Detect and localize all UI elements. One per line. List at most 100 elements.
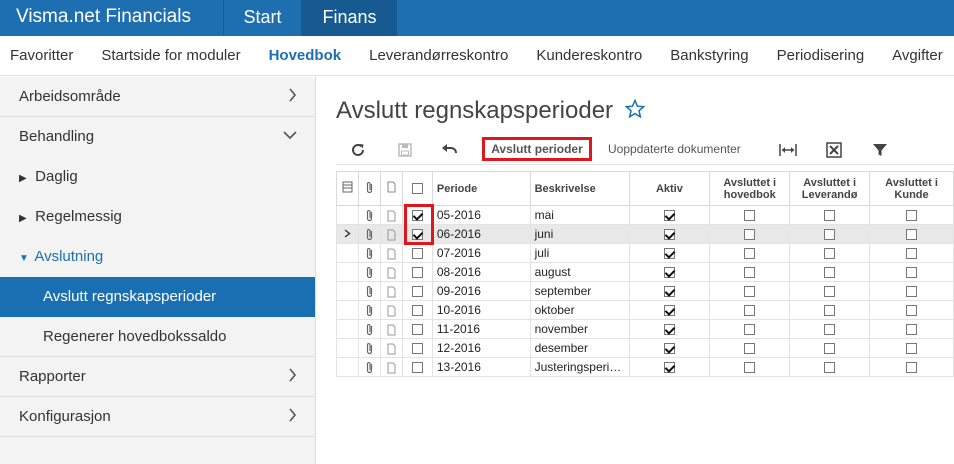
row-select-checkbox[interactable] xyxy=(401,262,433,282)
select-all-checkbox[interactable] xyxy=(401,171,433,206)
cell-avsluttet-kunde-checkbox[interactable] xyxy=(869,338,954,358)
uoppdaterte-dokumenter-button[interactable]: Uoppdaterte dokumenter xyxy=(608,137,768,161)
cell-aktiv-checkbox[interactable] xyxy=(628,262,711,282)
cell-periode[interactable]: 06-2016 xyxy=(431,224,531,244)
sidebar-item-arbeidsomrade[interactable]: Arbeidsområde xyxy=(0,77,315,117)
cell-aktiv-checkbox[interactable] xyxy=(628,205,711,225)
sidebar-item-regelmessig[interactable]: ▶ Regelmessig xyxy=(0,197,315,237)
cell-beskrivelse[interactable]: mai xyxy=(529,205,630,225)
fit-columns-icon[interactable] xyxy=(776,139,800,161)
cell-avsluttet-kunde-checkbox[interactable] xyxy=(869,243,954,263)
sidebar-item-konfigurasjon[interactable]: Konfigurasjon xyxy=(0,397,315,437)
cell-periode[interactable]: 13-2016 xyxy=(431,357,531,377)
avslutt-perioder-button[interactable]: Avslutt perioder xyxy=(482,137,592,161)
document-icon[interactable] xyxy=(379,224,403,244)
cell-avsluttet-leverandor-checkbox[interactable] xyxy=(789,338,871,358)
attachment-icon[interactable] xyxy=(357,357,381,377)
cell-avsluttet-kunde-checkbox[interactable] xyxy=(869,300,954,320)
cell-periode[interactable]: 05-2016 xyxy=(431,205,531,225)
row-select-checkbox[interactable] xyxy=(401,281,433,301)
document-icon[interactable] xyxy=(379,357,403,377)
row-select-checkbox[interactable] xyxy=(401,357,433,377)
save-icon[interactable] xyxy=(393,139,417,161)
star-icon[interactable] xyxy=(624,98,646,124)
cell-avsluttet-kunde-checkbox[interactable] xyxy=(869,281,954,301)
tab-start[interactable]: Start xyxy=(223,0,301,36)
cell-periode[interactable]: 12-2016 xyxy=(431,338,531,358)
col-header-avsluttet-kunde[interactable]: Avsluttet i Kunde xyxy=(869,171,954,206)
sidebar-item-avslutning[interactable]: ▼ Avslutning xyxy=(0,237,315,277)
col-header-avsluttet-hovedbok[interactable]: Avsluttet i hovedbok xyxy=(709,171,791,206)
cell-avsluttet-leverandor-checkbox[interactable] xyxy=(789,319,871,339)
attachment-icon[interactable] xyxy=(357,205,381,225)
row-select-checkbox[interactable] xyxy=(401,243,433,263)
attachment-icon[interactable] xyxy=(357,338,381,358)
attachment-icon[interactable] xyxy=(357,319,381,339)
cell-beskrivelse[interactable]: november xyxy=(529,319,630,339)
row-selector-icon[interactable] xyxy=(336,171,359,206)
cell-periode[interactable]: 07-2016 xyxy=(431,243,531,263)
cell-avsluttet-hovedbok-checkbox[interactable] xyxy=(709,300,791,320)
attachment-icon[interactable] xyxy=(357,300,381,320)
refresh-icon[interactable] xyxy=(346,139,370,161)
cell-periode[interactable]: 10-2016 xyxy=(431,300,531,320)
cell-aktiv-checkbox[interactable] xyxy=(628,243,711,263)
col-header-beskrivelse[interactable]: Beskrivelse xyxy=(529,171,630,206)
cell-avsluttet-hovedbok-checkbox[interactable] xyxy=(709,224,791,244)
cell-periode[interactable]: 11-2016 xyxy=(431,319,531,339)
row-select-checkbox[interactable] xyxy=(401,338,433,358)
nav-hovedbok[interactable]: Hovedbok xyxy=(255,36,356,75)
cell-beskrivelse[interactable]: juli xyxy=(529,243,630,263)
document-icon[interactable] xyxy=(379,338,403,358)
document-icon[interactable] xyxy=(379,300,403,320)
cell-avsluttet-leverandor-checkbox[interactable] xyxy=(789,243,871,263)
sidebar-item-rapporter[interactable]: Rapporter xyxy=(0,357,315,397)
table-row[interactable]: 12-2016 desember xyxy=(336,338,954,358)
cell-avsluttet-leverandor-checkbox[interactable] xyxy=(789,281,871,301)
sidebar-item-behandling[interactable]: Behandling xyxy=(0,117,315,157)
excel-export-icon[interactable] xyxy=(822,139,846,161)
cell-avsluttet-kunde-checkbox[interactable] xyxy=(869,262,954,282)
attachment-icon[interactable] xyxy=(357,281,381,301)
table-row[interactable]: 08-2016 august xyxy=(336,262,954,282)
cell-beskrivelse[interactable]: desember xyxy=(529,338,630,358)
cell-avsluttet-hovedbok-checkbox[interactable] xyxy=(709,357,791,377)
document-icon[interactable] xyxy=(379,262,403,282)
cell-avsluttet-hovedbok-checkbox[interactable] xyxy=(709,338,791,358)
cell-avsluttet-leverandor-checkbox[interactable] xyxy=(789,262,871,282)
cell-avsluttet-leverandor-checkbox[interactable] xyxy=(789,357,871,377)
cell-beskrivelse[interactable]: Justeringsperi… xyxy=(529,357,630,377)
col-header-avsluttet-leverandor[interactable]: Avsluttet i Leverandø xyxy=(789,171,871,206)
cell-periode[interactable]: 09-2016 xyxy=(431,281,531,301)
cell-beskrivelse[interactable]: juni xyxy=(529,224,630,244)
attachment-icon[interactable] xyxy=(357,224,381,244)
document-icon[interactable] xyxy=(379,243,403,263)
undo-icon[interactable] xyxy=(438,139,462,161)
sidebar-item-avslutt-regnskapsperioder[interactable]: Avslutt regnskapsperioder xyxy=(0,277,315,317)
cell-avsluttet-leverandor-checkbox[interactable] xyxy=(789,205,871,225)
cell-aktiv-checkbox[interactable] xyxy=(628,319,711,339)
row-select-checkbox[interactable] xyxy=(401,300,433,320)
document-icon[interactable] xyxy=(379,205,403,225)
document-icon[interactable] xyxy=(379,281,403,301)
cell-beskrivelse[interactable]: august xyxy=(529,262,630,282)
cell-avsluttet-kunde-checkbox[interactable] xyxy=(869,205,954,225)
cell-aktiv-checkbox[interactable] xyxy=(628,224,711,244)
cell-avsluttet-hovedbok-checkbox[interactable] xyxy=(709,243,791,263)
cell-aktiv-checkbox[interactable] xyxy=(628,300,711,320)
tab-finans[interactable]: Finans xyxy=(301,0,397,36)
nav-favoritter[interactable]: Favoritter xyxy=(0,36,87,75)
nav-periodisering[interactable]: Periodisering xyxy=(763,36,879,75)
col-header-periode[interactable]: Periode xyxy=(431,171,531,206)
cell-beskrivelse[interactable]: oktober xyxy=(529,300,630,320)
cell-beskrivelse[interactable]: september xyxy=(529,281,630,301)
app-title[interactable]: Visma.net Financials xyxy=(0,0,223,36)
cell-avsluttet-leverandor-checkbox[interactable] xyxy=(789,300,871,320)
nav-startside[interactable]: Startside for moduler xyxy=(87,36,254,75)
sidebar-item-daglig[interactable]: ▶ Daglig xyxy=(0,157,315,197)
table-row[interactable]: 10-2016 oktober xyxy=(336,300,954,320)
cell-periode[interactable]: 08-2016 xyxy=(431,262,531,282)
cell-avsluttet-leverandor-checkbox[interactable] xyxy=(789,224,871,244)
nav-kundereskontro[interactable]: Kundereskontro xyxy=(522,36,656,75)
row-select-checkbox[interactable] xyxy=(401,319,433,339)
